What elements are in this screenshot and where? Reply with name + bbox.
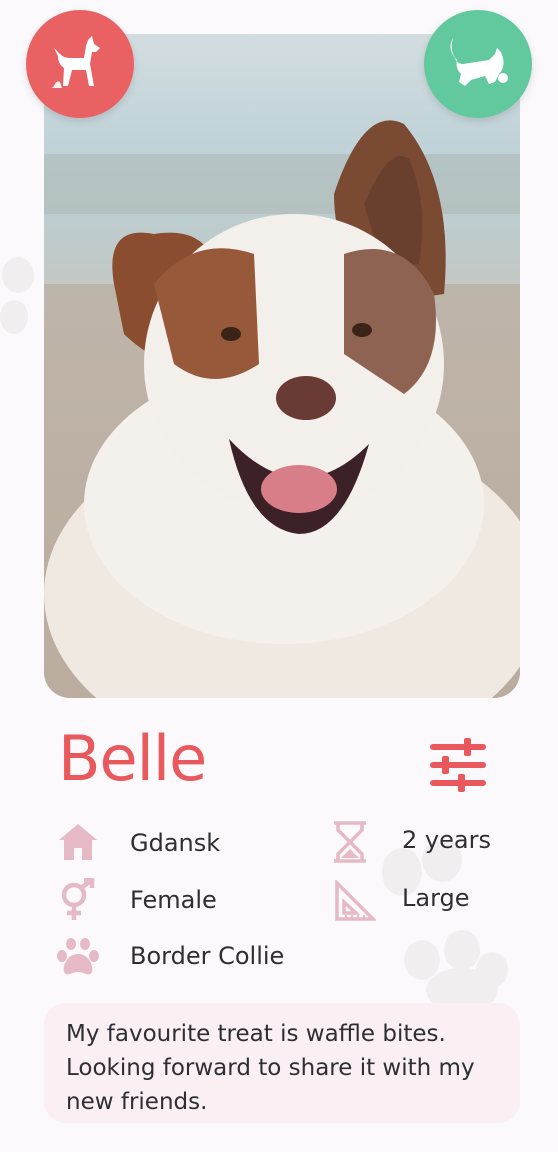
pet-name: Belle (58, 722, 207, 795)
location-text: Gdansk (130, 829, 221, 857)
paw-icon (56, 936, 100, 976)
size-text: Large (402, 884, 470, 912)
breed-text: Border Collie (130, 942, 285, 970)
gender-text: Female (130, 886, 217, 914)
house-icon (56, 822, 100, 862)
paw-background-icon (382, 842, 508, 1012)
dislike-button[interactable] (26, 10, 134, 118)
set-square-icon (334, 880, 376, 922)
dog-standing-icon (52, 36, 100, 88)
like-button[interactable] (424, 10, 532, 118)
age-text: 2 years (402, 826, 491, 854)
bio-text: My favourite treat is waffle bites. Look… (44, 1003, 520, 1123)
gender-icon (58, 878, 98, 922)
hourglass-icon (332, 820, 368, 864)
sliders-icon[interactable] (428, 738, 488, 792)
paw-background-icon (0, 257, 34, 334)
dog-photo (44, 34, 520, 698)
dog-playing-icon (450, 38, 508, 86)
